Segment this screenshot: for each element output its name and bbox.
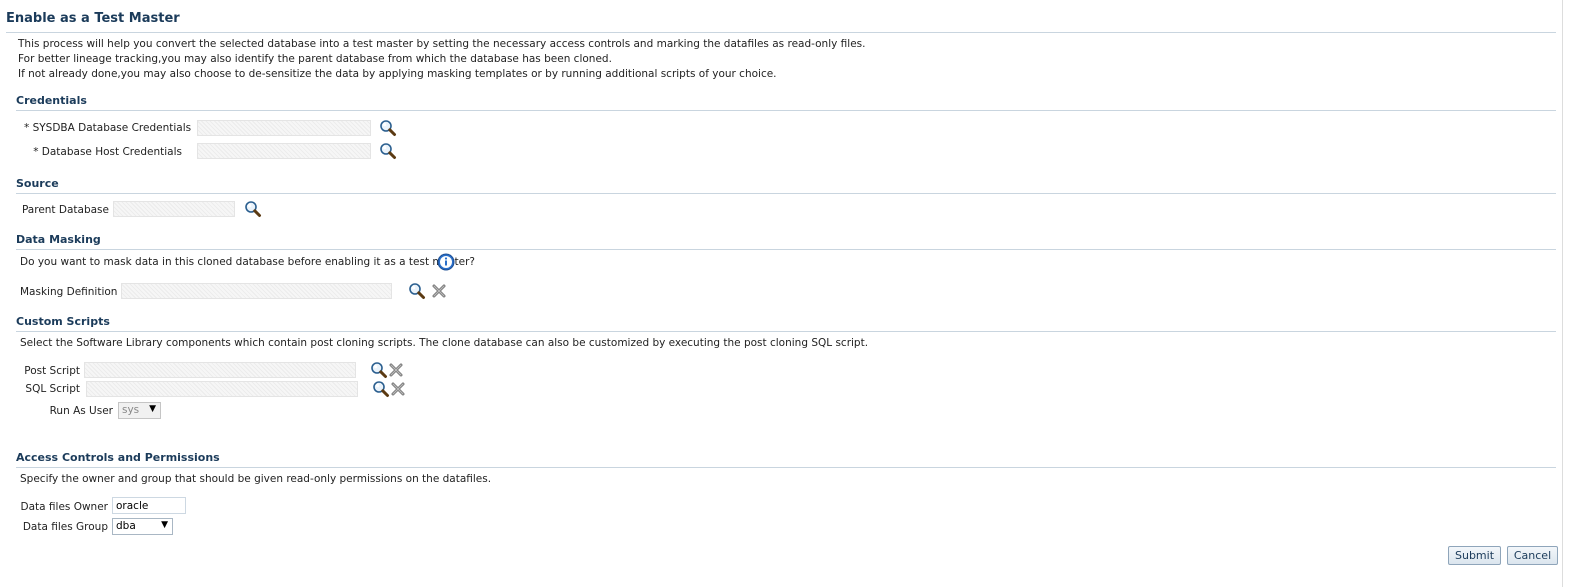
- masking-definition-field[interactable]: [121, 283, 392, 299]
- intro-line-3: If not already done,you may also choose …: [18, 68, 777, 80]
- scripts-description: Select the Software Library components w…: [20, 337, 869, 349]
- section-source: Source: [16, 177, 59, 190]
- host-credentials-label: * Database Host Credentials: [33, 146, 182, 158]
- post-script-label: Post Script: [24, 365, 80, 377]
- page-title: Enable as a Test Master: [6, 11, 180, 26]
- dropdown-arrow-icon: ▼: [149, 404, 156, 414]
- post-script-field[interactable]: [84, 362, 356, 378]
- sysdba-credentials-label: * SYSDBA Database Credentials: [24, 122, 192, 134]
- datafiles-group-label: Data files Group: [22, 521, 108, 533]
- parent-database-field[interactable]: [113, 201, 235, 217]
- section-data-masking: Data Masking: [16, 233, 101, 246]
- masking-definition-label: Masking Definition: [20, 286, 118, 298]
- parent-database-label: Parent Database: [21, 204, 109, 216]
- datafiles-owner-input[interactable]: [112, 497, 186, 514]
- intro-line-1: This process will help you convert the s…: [18, 38, 866, 50]
- sql-script-field[interactable]: [86, 381, 358, 397]
- cancel-button[interactable]: Cancel: [1507, 546, 1558, 565]
- dropdown-arrow-icon: ▼: [161, 520, 168, 530]
- sql-script-label: SQL Script: [25, 383, 80, 395]
- access-divider: [16, 467, 1556, 468]
- parent-database-search-icon[interactable]: [244, 200, 262, 218]
- section-credentials: Credentials: [16, 94, 87, 107]
- host-credentials-field[interactable]: [197, 143, 371, 159]
- datafiles-owner-label: Data files Owner: [20, 501, 109, 513]
- masking-clear-icon[interactable]: [430, 282, 448, 300]
- sql-script-search-icon[interactable]: [372, 380, 390, 398]
- scripts-divider: [16, 331, 1556, 332]
- credentials-divider: [16, 110, 1556, 111]
- masking-question: Do you want to mask data in this cloned …: [20, 256, 476, 268]
- title-divider: [6, 32, 1556, 33]
- sysdba-search-icon[interactable]: [379, 119, 397, 137]
- page-edge-divider: [1562, 0, 1563, 587]
- post-script-search-icon[interactable]: [370, 361, 388, 379]
- run-as-user-label: Run As User: [49, 405, 113, 417]
- submit-button[interactable]: Submit: [1448, 546, 1501, 565]
- section-custom-scripts: Custom Scripts: [16, 315, 110, 328]
- sql-script-clear-icon[interactable]: [389, 380, 407, 398]
- run-as-user-value: sys: [122, 404, 140, 416]
- info-icon[interactable]: [437, 253, 455, 271]
- sysdba-credentials-field[interactable]: [197, 120, 371, 136]
- datafiles-group-value: dba: [116, 520, 136, 532]
- source-divider: [16, 193, 1556, 194]
- host-search-icon[interactable]: [379, 142, 397, 160]
- masking-divider: [16, 249, 1556, 250]
- intro-line-2: For better lineage tracking,you may also…: [18, 53, 612, 65]
- post-script-clear-icon[interactable]: [387, 361, 405, 379]
- masking-search-icon[interactable]: [408, 282, 426, 300]
- run-as-user-select[interactable]: sys ▼: [118, 402, 161, 419]
- datafiles-group-select[interactable]: dba ▼: [112, 518, 173, 535]
- section-access-controls: Access Controls and Permissions: [16, 451, 220, 464]
- access-description: Specify the owner and group that should …: [20, 473, 492, 485]
